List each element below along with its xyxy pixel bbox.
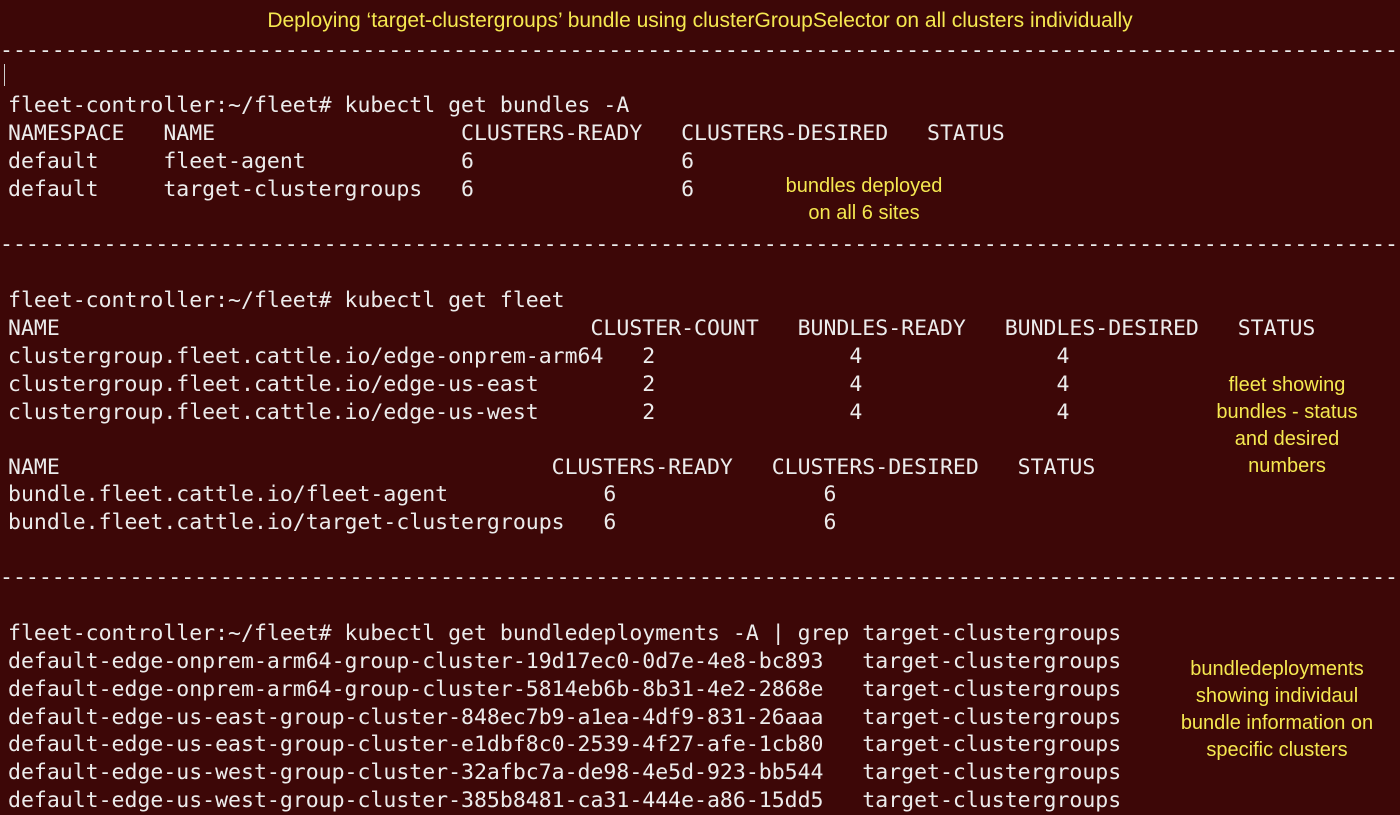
command-line: fleet-controller:~/fleet# kubectl get fl… [8, 288, 565, 313]
annotation-line: bundledeployments [1190, 658, 1364, 680]
table-row: default fleet-agent 6 6 [8, 149, 695, 174]
annotation-fleet: fleet showing bundles - status and desir… [1187, 372, 1387, 480]
table-row: default-edge-us-east-group-cluster-e1dbf… [8, 732, 1122, 757]
annotation-line: numbers [1248, 455, 1326, 477]
annotation-line: bundle information on [1180, 712, 1374, 734]
annotation-line: bundles - status [1216, 401, 1358, 423]
annotation-line: specific clusters [1206, 739, 1348, 761]
separator-line: ----------------------------------------… [0, 232, 1400, 257]
annotation-line: showing individaul [1195, 685, 1359, 707]
text-cursor [4, 64, 5, 86]
annotation-line: and desired [1234, 428, 1340, 450]
separator-line: ----------------------------------------… [0, 565, 1400, 590]
table-row: clustergroup.fleet.cattle.io/edge-us-wes… [8, 400, 1070, 425]
terminal-window[interactable]: Deploying ‘target-clustergroups’ bundle … [0, 0, 1400, 815]
table-row: default-edge-us-west-group-cluster-385b8… [8, 788, 1122, 813]
separator-line: ----------------------------------------… [0, 38, 1400, 63]
table-row: default target-clustergroups 6 6 [8, 177, 695, 202]
command-line: fleet-controller:~/fleet# kubectl get bu… [8, 93, 630, 118]
annotation-bundledeployments: bundledeployments showing individaul bun… [1162, 656, 1392, 764]
table-row: bundle.fleet.cattle.io/target-clustergro… [8, 510, 837, 535]
table-header: NAMESPACE NAME CLUSTERS-READY CLUSTERS-D… [8, 121, 1005, 146]
table-row: clustergroup.fleet.cattle.io/edge-onprem… [8, 344, 1070, 369]
table-row: bundle.fleet.cattle.io/fleet-agent 6 6 [8, 482, 837, 507]
table-row: clustergroup.fleet.cattle.io/edge-us-eas… [8, 372, 1070, 397]
page-title: Deploying ‘target-clustergroups’ bundle … [267, 9, 1133, 32]
annotation-bundles: bundles deployed on all 6 sites [754, 173, 974, 227]
table-row: default-edge-us-east-group-cluster-848ec… [8, 705, 1122, 730]
command-line: fleet-controller:~/fleet# kubectl get bu… [8, 621, 1122, 646]
table-header: NAME CLUSTERS-READY CLUSTERS-DESIRED STA… [8, 455, 1096, 480]
annotation-line: bundles deployed [785, 175, 943, 197]
annotation-line: on all 6 sites [808, 202, 920, 224]
table-row: default-edge-onprem-arm64-group-cluster-… [8, 677, 1122, 702]
table-row: default-edge-us-west-group-cluster-32afb… [8, 760, 1122, 785]
table-row: default-edge-onprem-arm64-group-cluster-… [8, 649, 1122, 674]
annotation-line: fleet showing [1228, 374, 1346, 396]
table-header: NAME CLUSTER-COUNT BUNDLES-READY BUNDLES… [8, 316, 1316, 341]
